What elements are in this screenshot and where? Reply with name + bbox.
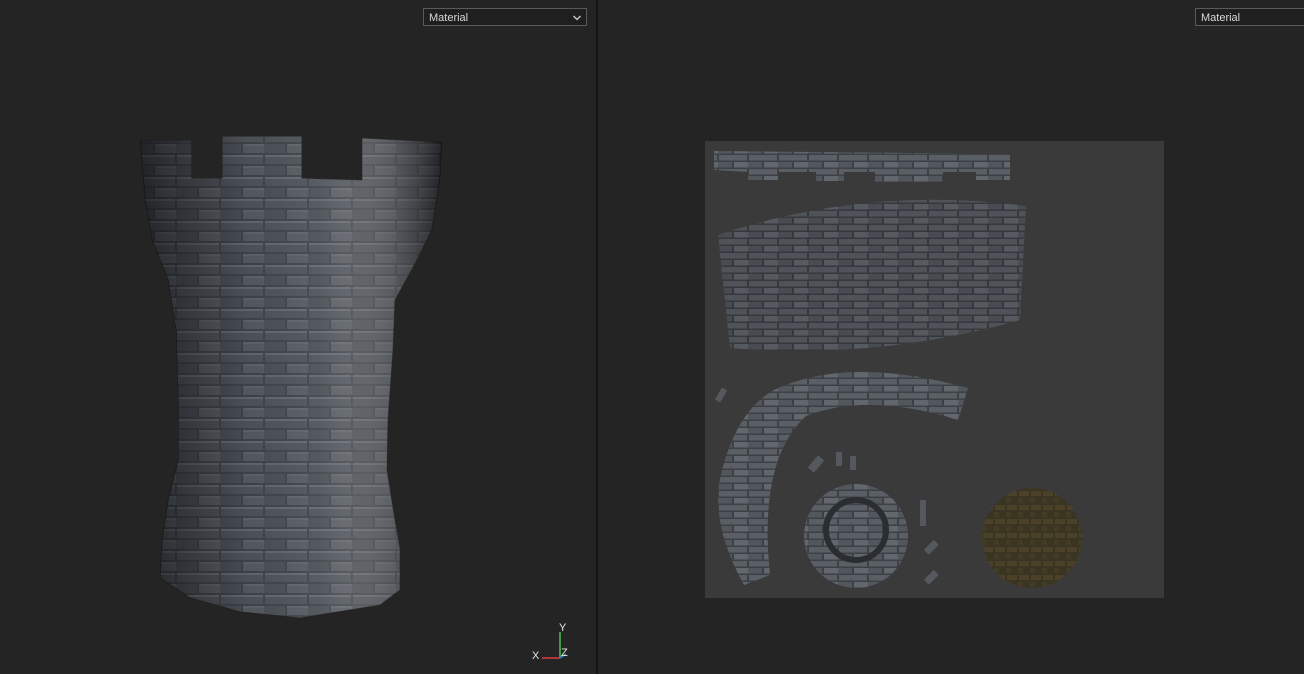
uv-viewport[interactable]: Material — [598, 0, 1304, 674]
axis-x-label: X — [532, 650, 540, 662]
3d-viewport[interactable]: Material Y X Z — [0, 0, 596, 674]
material-dropdown-value: Material — [429, 12, 469, 24]
tower-render — [139, 135, 443, 619]
axis-gizmo: Y X Z — [530, 620, 580, 664]
axis-z-label: Z — [561, 647, 568, 659]
uv-island-disc-floor — [982, 488, 1082, 588]
uv-layout — [705, 141, 1164, 598]
material-dropdown-uv[interactable]: Material — [1195, 8, 1304, 26]
material-dropdown-3d[interactable]: Material — [423, 8, 587, 26]
material-dropdown-uv-value: Material — [1201, 12, 1241, 24]
axis-y-label: Y — [559, 622, 567, 634]
chevron-down-icon — [573, 15, 581, 21]
